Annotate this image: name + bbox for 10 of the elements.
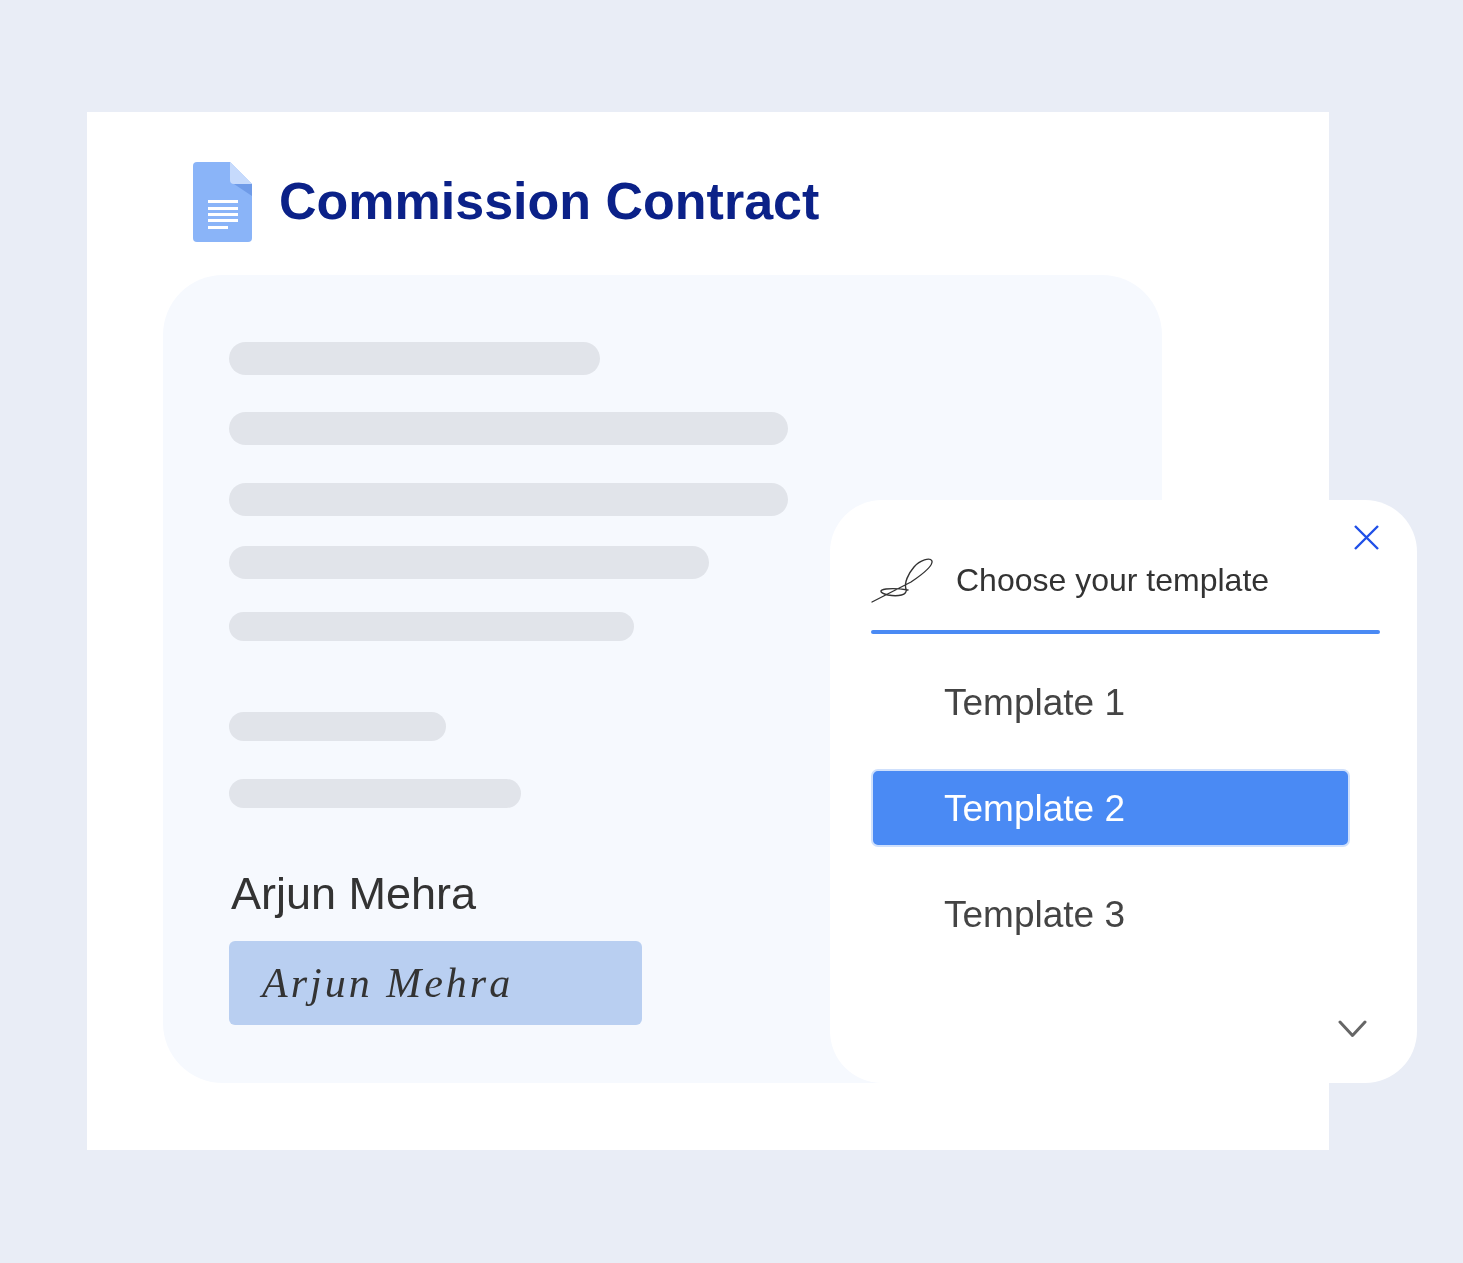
template-option[interactable]: Template 3 [871,875,1350,953]
template-option[interactable]: Template 1 [871,663,1350,741]
signer-name: Arjun Mehra [231,867,477,921]
document-icon [193,162,252,242]
signature-field[interactable]: Arjun Mehra [229,941,642,1025]
chevron-down-icon[interactable] [1338,1020,1367,1038]
close-icon[interactable] [1354,525,1379,550]
document-title: Commission Contract [279,172,820,232]
signature-icon [871,557,935,603]
dialog-title: Choose your template [956,561,1270,599]
